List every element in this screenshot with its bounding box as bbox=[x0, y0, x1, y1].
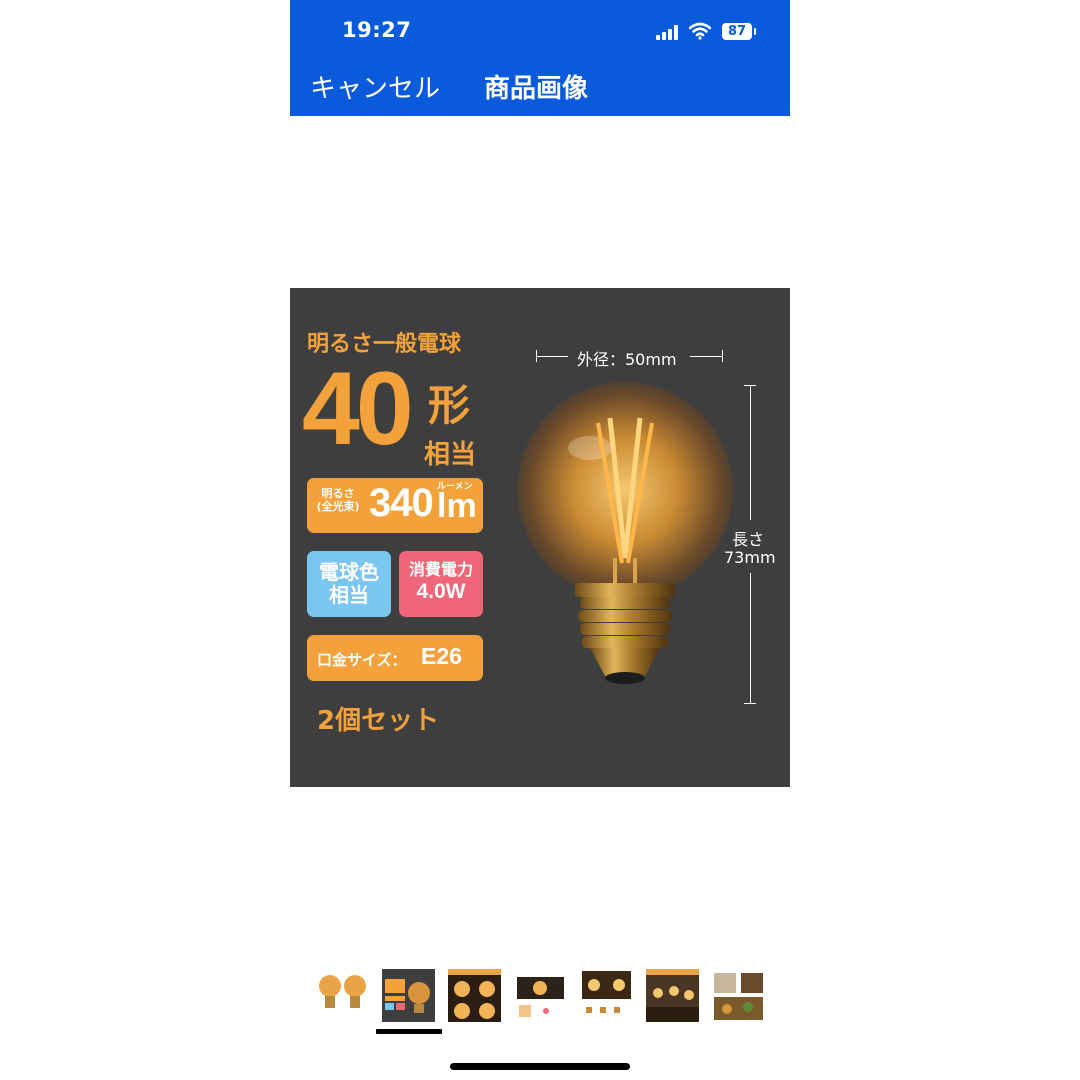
header: 19:27 87 キャンセル 商品画像 bbox=[290, 0, 790, 116]
wattage-equivalent-number: 40 bbox=[302, 351, 414, 467]
battery-icon: 87 bbox=[722, 23, 756, 40]
dimension-line bbox=[536, 356, 568, 357]
dimension-line bbox=[750, 385, 751, 520]
light-bulb-illustration bbox=[517, 382, 733, 684]
wattage-equivalent-shape: 形 bbox=[428, 381, 471, 430]
wifi-icon bbox=[689, 22, 711, 40]
home-indicator[interactable] bbox=[450, 1063, 630, 1070]
cellular-signal-icon bbox=[656, 24, 682, 40]
status-time: 19:27 bbox=[342, 18, 412, 42]
phone-screen: 19:27 87 キャンセル 商品画像 明るさ一般電球 40 形 相当 明るさ … bbox=[290, 0, 790, 1080]
product-image[interactable]: 明るさ一般電球 40 形 相当 明るさ (全光束) 340 ルーメン lm 電球… bbox=[290, 288, 790, 787]
thumbnail-5[interactable] bbox=[580, 969, 633, 1022]
thumbnail-1[interactable] bbox=[316, 969, 369, 1022]
lumen-unit: lm bbox=[437, 487, 477, 525]
thumbnail-selection-indicator bbox=[376, 1029, 442, 1034]
dimension-line bbox=[690, 356, 722, 357]
power-consumption-badge: 消費電力 4.0W bbox=[399, 551, 483, 617]
thumbnail-strip bbox=[316, 969, 766, 1023]
thumbnail-7[interactable] bbox=[712, 969, 765, 1022]
cancel-button[interactable]: キャンセル bbox=[310, 68, 440, 105]
lumen-value: 340 bbox=[369, 481, 434, 525]
lumen-label: 明るさ (全光束) bbox=[316, 487, 360, 513]
set-count-text: 2個セット bbox=[317, 706, 440, 736]
dimension-tick bbox=[722, 350, 723, 362]
lumen-badge: 明るさ (全光束) 340 ルーメン lm bbox=[307, 478, 483, 533]
thumbnail-6[interactable] bbox=[646, 969, 699, 1022]
diameter-label: 外径：50mm bbox=[577, 350, 677, 369]
color-temperature-badge: 電球色 相当 bbox=[307, 551, 391, 617]
thumbnail-2-selected[interactable] bbox=[382, 969, 435, 1022]
dimension-tick bbox=[744, 703, 756, 704]
wattage-equivalent-suffix: 相当 bbox=[424, 440, 477, 470]
dimension-line bbox=[750, 573, 751, 703]
thumbnail-4[interactable] bbox=[514, 969, 567, 1022]
base-size-badge: 口金サイズ： E26 bbox=[307, 635, 483, 681]
page-title: 商品画像 bbox=[484, 74, 589, 104]
thumbnail-3[interactable] bbox=[448, 969, 501, 1022]
